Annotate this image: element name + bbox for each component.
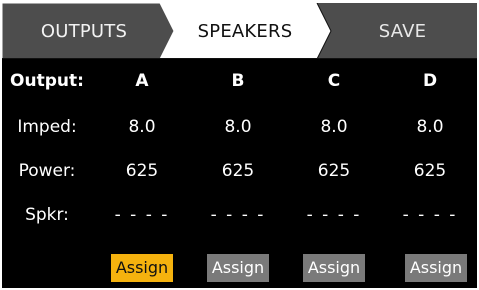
- assign-b-button[interactable]: Assign: [207, 254, 269, 282]
- speaker-row: Spkr: - - - - - - - - - - - - - - - -: [2, 195, 477, 235]
- output-row-label: Output:: [10, 71, 84, 91]
- output-b-header: B: [231, 71, 245, 91]
- power-b-value: 625: [221, 161, 255, 181]
- impedance-d-value: 8.0: [416, 117, 444, 137]
- tab-outputs[interactable]: OUTPUTS: [2, 3, 166, 59]
- power-d-value: 625: [413, 161, 447, 181]
- speaker-d-value: - - - -: [402, 205, 458, 225]
- speaker-row-label: Spkr:: [25, 205, 69, 225]
- power-row: Power: 625 625 625 625: [2, 151, 477, 191]
- assign-a-button[interactable]: Assign: [111, 254, 173, 282]
- output-c-header: C: [327, 71, 341, 91]
- speaker-b-value: - - - -: [210, 205, 266, 225]
- speaker-a-value: - - - -: [114, 205, 170, 225]
- tab-save[interactable]: SAVE: [328, 3, 477, 59]
- impedance-a-value: 8.0: [128, 117, 156, 137]
- impedance-row-label: Imped:: [17, 117, 77, 137]
- impedance-b-value: 8.0: [224, 117, 252, 137]
- output-d-header: D: [422, 71, 438, 91]
- tab-bar: OUTPUTS SPEAKERS SAVE: [2, 3, 477, 59]
- speaker-setup-screen: OUTPUTS SPEAKERS SAVE Output: A B C D Im…: [2, 3, 477, 288]
- tab-speakers[interactable]: SPEAKERS: [166, 3, 324, 59]
- power-a-value: 625: [125, 161, 159, 181]
- power-c-value: 625: [317, 161, 351, 181]
- output-a-header: A: [135, 71, 149, 91]
- assign-d-button[interactable]: Assign: [405, 254, 467, 282]
- impedance-row: Imped: 8.0 8.0 8.0 8.0: [2, 107, 477, 147]
- speaker-c-value: - - - -: [306, 205, 362, 225]
- impedance-c-value: 8.0: [320, 117, 348, 137]
- power-row-label: Power:: [18, 161, 76, 181]
- output-row: Output: A B C D: [2, 61, 477, 101]
- assign-c-button[interactable]: Assign: [303, 254, 365, 282]
